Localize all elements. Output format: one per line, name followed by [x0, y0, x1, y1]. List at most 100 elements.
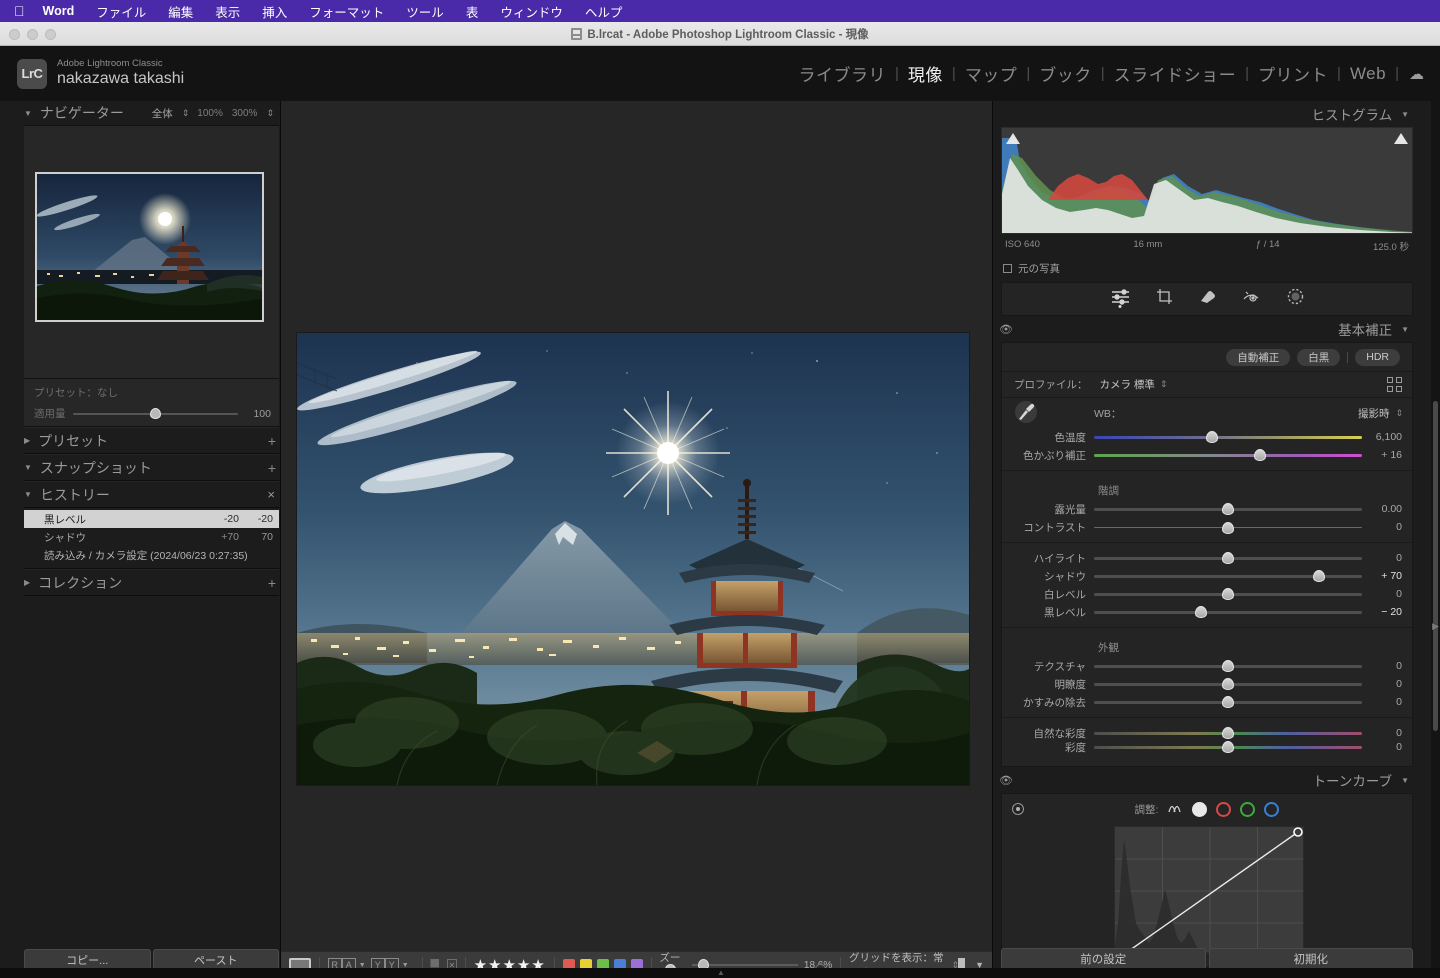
add-preset-button[interactable]: +	[268, 433, 279, 449]
menu-item-edit[interactable]: 編集	[157, 2, 204, 21]
module-slideshow[interactable]: スライドショー	[1105, 61, 1246, 86]
dehaze-slider[interactable]	[1094, 701, 1362, 704]
zoom-stepper-icon[interactable]: ⇕	[266, 108, 273, 119]
amount-slider[interactable]	[73, 413, 239, 415]
module-develop[interactable]: 現像	[899, 61, 952, 86]
red-channel-icon[interactable]	[1216, 802, 1231, 817]
module-book[interactable]: ブック	[1030, 61, 1101, 86]
saturation-slider[interactable]	[1094, 746, 1362, 749]
menu-item-file[interactable]: ファイル	[85, 2, 157, 21]
masking-icon[interactable]	[1287, 288, 1304, 310]
navigator-fit[interactable]: 全体	[152, 106, 173, 121]
chevron-down-icon[interactable]: ▼	[1401, 325, 1409, 334]
sidebar-item-collections[interactable]: ▶ コレクション +	[24, 569, 279, 596]
saturation-knob[interactable]	[1222, 741, 1234, 753]
green-channel-icon[interactable]	[1240, 802, 1255, 817]
vibrance-slider[interactable]	[1094, 732, 1362, 735]
history-row[interactable]: 黒レベル -20 -20	[24, 510, 279, 528]
eyedropper-icon[interactable]	[1014, 400, 1038, 427]
menu-item-table[interactable]: 表	[455, 2, 490, 21]
point-curve-white-channel[interactable]	[1192, 802, 1207, 817]
right-panel-scroll-track[interactable]	[1431, 101, 1440, 978]
red-eye-icon[interactable]	[1243, 290, 1261, 309]
healing-brush-icon[interactable]	[1199, 289, 1217, 310]
copy-button[interactable]: コピー...	[24, 949, 151, 970]
profile-value[interactable]: カメラ 標準	[1100, 377, 1155, 392]
module-library[interactable]: ライブラリ	[790, 61, 896, 86]
menu-item-tools[interactable]: ツール	[395, 2, 455, 21]
contrast-knob[interactable]	[1222, 522, 1234, 534]
menu-item-insert[interactable]: 挿入	[251, 2, 298, 21]
minimize-button[interactable]	[27, 29, 38, 40]
profile-row[interactable]: プロファイル： カメラ 標準 ⇕	[1002, 371, 1412, 398]
black-white-button[interactable]: 白黒	[1297, 349, 1340, 366]
panel-expand-arrow-icon[interactable]: ▶	[1432, 621, 1439, 632]
tint-knob[interactable]	[1254, 449, 1266, 461]
hdr-button[interactable]: HDR	[1355, 349, 1400, 366]
close-button[interactable]	[9, 29, 20, 40]
clarity-knob[interactable]	[1222, 678, 1234, 690]
profile-stepper-icon[interactable]: ⇕	[1160, 379, 1167, 390]
auto-tone-button[interactable]: 自動補正	[1226, 349, 1290, 366]
temperature-knob[interactable]	[1206, 431, 1218, 443]
apple-icon[interactable]: 	[10, 4, 37, 18]
original-photo-toggle[interactable]: 元の写真	[993, 253, 1421, 282]
histogram-header[interactable]: ヒストグラム ▼	[993, 101, 1421, 127]
menu-app-name[interactable]: Word	[37, 4, 86, 18]
dehaze-knob[interactable]	[1222, 696, 1234, 708]
whites-slider[interactable]	[1094, 593, 1362, 596]
tone-curve-graph[interactable]	[1114, 826, 1304, 954]
contrast-slider[interactable]	[1094, 527, 1362, 528]
navigator-header[interactable]: ▼ ナビゲーター 全体 ⇕ 100% 300% ⇕	[24, 101, 279, 126]
vibrance-knob[interactable]	[1222, 727, 1234, 739]
cloud-icon[interactable]: ☁	[1399, 65, 1424, 83]
shadows-knob[interactable]	[1313, 570, 1325, 582]
add-snapshot-button[interactable]: +	[268, 460, 279, 476]
paste-button[interactable]: ペースト	[153, 949, 280, 970]
navigator-zoom-100[interactable]: 100%	[197, 108, 223, 119]
clarity-slider[interactable]	[1094, 683, 1362, 686]
menu-item-help[interactable]: ヘルプ	[574, 2, 634, 21]
navigator-preview[interactable]	[24, 126, 279, 379]
chevron-down-icon[interactable]: ▼	[24, 109, 32, 118]
identity-plate[interactable]: LrC Adobe Lightroom Classic nakazawa tak…	[0, 59, 184, 89]
reset-button[interactable]: 初期化	[1209, 948, 1414, 970]
main-photo[interactable]	[297, 333, 969, 785]
edit-sliders-icon[interactable]	[1111, 289, 1130, 310]
right-panel-scroll-thumb[interactable]	[1433, 401, 1438, 731]
chevron-right-icon[interactable]: ▶	[24, 578, 30, 587]
clear-history-button[interactable]: ×	[267, 487, 279, 502]
window-controls[interactable]	[9, 29, 56, 40]
chevron-down-icon[interactable]: ▼	[24, 490, 32, 499]
navigator-zoom-300[interactable]: 300%	[232, 108, 258, 119]
panel-visibility-icon[interactable]: 👁	[999, 774, 1013, 787]
crop-icon[interactable]	[1156, 288, 1173, 310]
zoom-slider[interactable]	[692, 964, 798, 966]
basic-panel-header[interactable]: 👁 基本補正 ▼	[993, 316, 1421, 342]
tint-slider[interactable]	[1094, 454, 1362, 457]
temperature-slider[interactable]	[1094, 436, 1362, 439]
texture-knob[interactable]	[1222, 660, 1234, 672]
menu-item-window[interactable]: ウィンドウ	[489, 2, 574, 21]
target-adjust-icon[interactable]	[1012, 803, 1024, 815]
add-collection-button[interactable]: +	[268, 575, 279, 591]
parametric-curve-icon[interactable]	[1167, 799, 1183, 819]
checkbox-icon[interactable]	[1003, 264, 1012, 273]
history-row[interactable]: シャドウ +70 70	[24, 528, 279, 546]
sidebar-item-presets[interactable]: ▶ プリセット +	[24, 427, 279, 454]
shadow-clipping-icon[interactable]	[1006, 133, 1020, 144]
menu-item-format[interactable]: フォーマット	[298, 2, 395, 21]
blacks-slider[interactable]	[1094, 611, 1362, 614]
sidebar-item-snapshots[interactable]: ▼ スナップショット +	[24, 454, 279, 481]
chevron-down-icon[interactable]: ▼	[1401, 110, 1409, 119]
texture-slider[interactable]	[1094, 665, 1362, 668]
highlights-knob[interactable]	[1222, 552, 1234, 564]
history-row[interactable]: 読み込み / カメラ設定 (2024/06/23 0:27:35)	[24, 546, 279, 564]
navigator-thumbnail[interactable]	[35, 172, 264, 322]
zoom-button[interactable]	[45, 29, 56, 40]
blue-channel-icon[interactable]	[1264, 802, 1279, 817]
histogram-graph[interactable]	[1001, 127, 1413, 234]
wb-value[interactable]: 撮影時	[1358, 406, 1390, 421]
highlights-slider[interactable]	[1094, 557, 1362, 560]
photo-canvas[interactable]	[281, 101, 992, 951]
